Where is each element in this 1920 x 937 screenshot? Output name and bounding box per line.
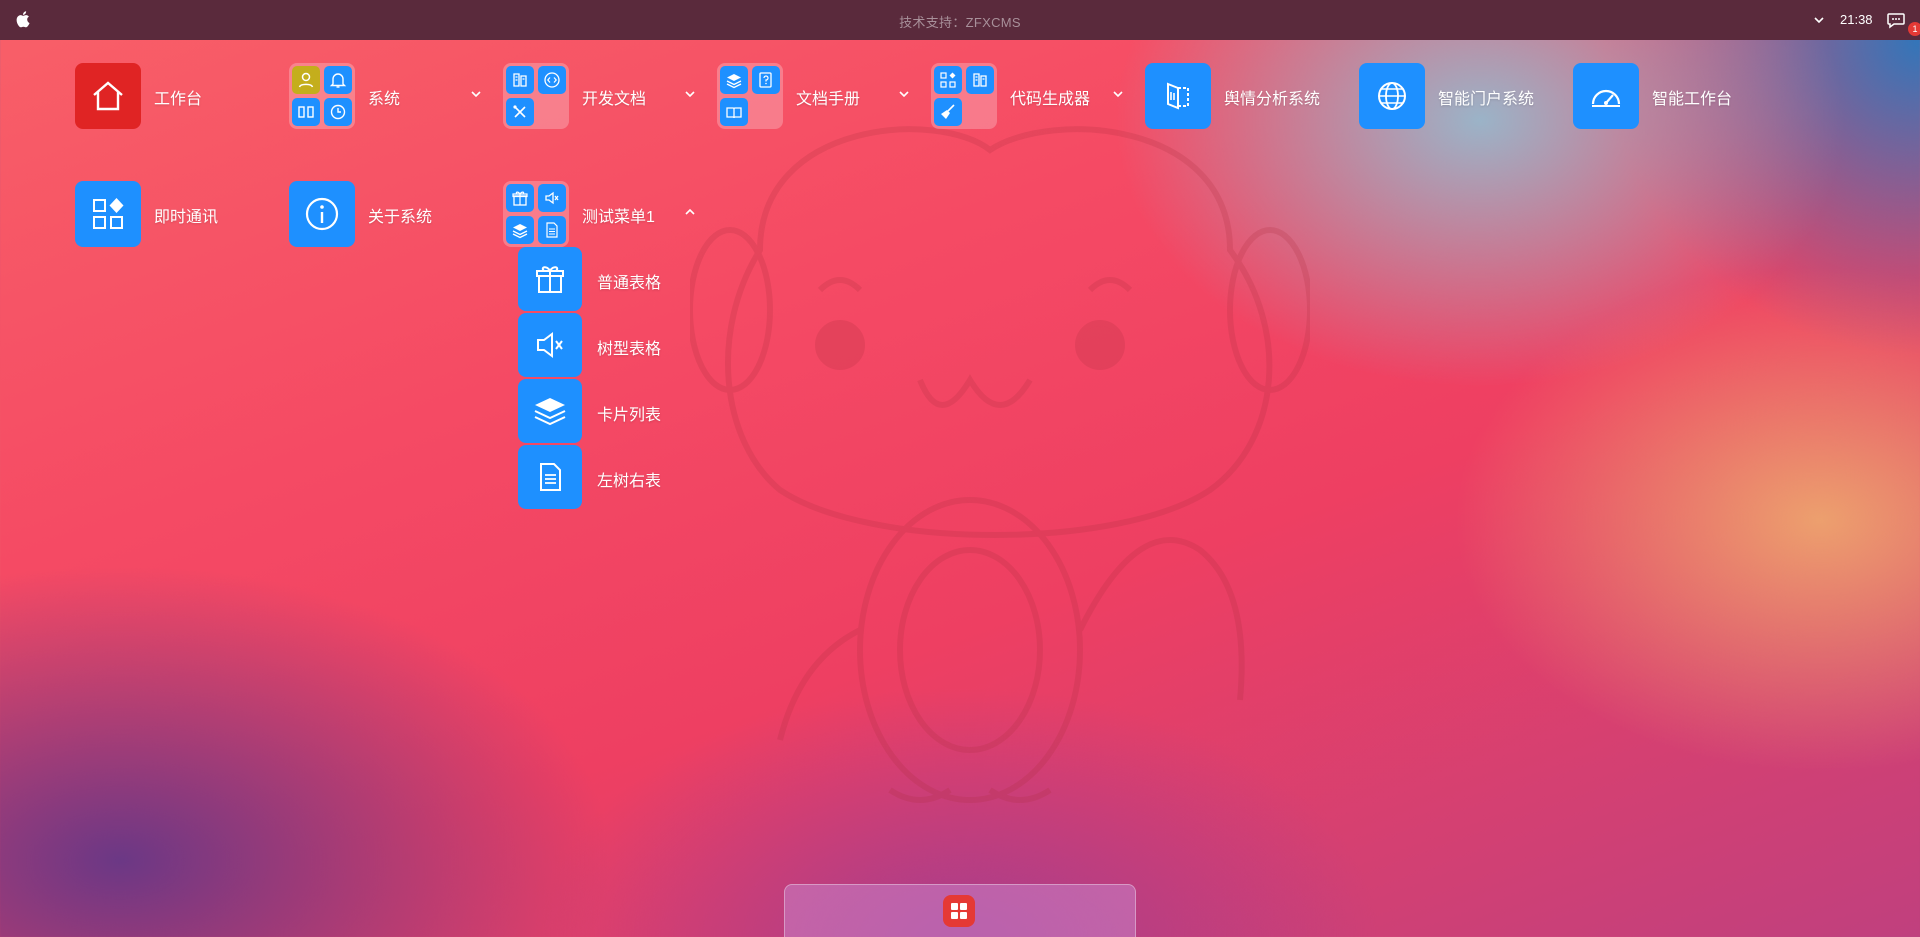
workbench-app-label[interactable]: 工作台 xyxy=(154,85,202,109)
broom-icon xyxy=(934,98,962,126)
code-generator-folder-label[interactable]: 代码生成器 xyxy=(1010,85,1090,109)
dev-docs-folder-icon[interactable] xyxy=(503,63,569,129)
panel-icon xyxy=(1167,82,1189,110)
bell-icon xyxy=(324,66,352,94)
tree-table-app-icon[interactable] xyxy=(518,313,582,377)
info-icon xyxy=(305,197,339,231)
code-icon xyxy=(538,66,566,94)
tree-table-app-label[interactable]: 树型表格 xyxy=(597,335,661,359)
chevron-down-icon[interactable] xyxy=(1111,87,1125,101)
dock xyxy=(784,884,1136,937)
home-icon xyxy=(93,81,123,111)
start-menu-button[interactable] xyxy=(943,895,975,927)
dev-docs-folder-label[interactable]: 开发文档 xyxy=(582,85,646,109)
clock-time: 21:38 xyxy=(1840,12,1873,27)
support-text: 技术支持：ZFXCMS xyxy=(899,15,1021,30)
columns-icon xyxy=(292,98,320,126)
workbench-app-icon[interactable] xyxy=(75,63,141,129)
mute-icon xyxy=(538,184,566,212)
system-folder-label[interactable]: 系统 xyxy=(368,85,400,109)
tools-icon xyxy=(506,98,534,126)
smart-workbench-app-icon[interactable] xyxy=(1573,63,1639,129)
manual-folder-icon[interactable] xyxy=(717,63,783,129)
chevron-up-icon[interactable] xyxy=(683,205,697,219)
chevron-down-icon[interactable] xyxy=(683,87,697,101)
sentiment-analysis-app-label[interactable]: 舆情分析系统 xyxy=(1224,85,1320,109)
panel-icon xyxy=(966,66,994,94)
help-doc-icon xyxy=(752,66,780,94)
grid-icon xyxy=(951,903,967,919)
test-menu-folder-icon[interactable] xyxy=(503,181,569,247)
monkey-watermark xyxy=(690,126,1310,803)
document-icon xyxy=(538,216,566,244)
test-menu-folder-label[interactable]: 测试菜单1 xyxy=(582,203,655,227)
mute-icon xyxy=(537,332,563,358)
code-generator-folder-icon[interactable] xyxy=(931,63,997,129)
about-system-app-label[interactable]: 关于系统 xyxy=(368,203,432,227)
gauge-icon xyxy=(1591,89,1621,107)
portal-app-label[interactable]: 智能门户系统 xyxy=(1438,85,1534,109)
layers-icon xyxy=(506,216,534,244)
apps-icon xyxy=(93,198,124,229)
normal-table-app-label[interactable]: 普通表格 xyxy=(597,269,661,293)
chat-icon[interactable] xyxy=(1886,10,1906,30)
instant-messaging-app-label[interactable]: 即时通讯 xyxy=(154,203,218,227)
gift-icon xyxy=(536,266,564,293)
apps-icon xyxy=(934,66,962,94)
layers-icon xyxy=(534,398,566,426)
gift-icon xyxy=(506,184,534,212)
top-bar: 技术支持：ZFXCMS 21:38 1 xyxy=(0,0,1920,40)
sentiment-analysis-app-icon[interactable] xyxy=(1145,63,1211,129)
card-list-app-label[interactable]: 卡片列表 xyxy=(597,401,661,425)
left-tree-right-table-app-icon[interactable] xyxy=(518,445,582,509)
portal-app-icon[interactable] xyxy=(1359,63,1425,129)
instant-messaging-app-icon[interactable] xyxy=(75,181,141,247)
manual-folder-label[interactable]: 文档手册 xyxy=(796,85,860,109)
panel-icon xyxy=(506,66,534,94)
chevron-down-icon[interactable] xyxy=(469,87,483,101)
left-tree-right-table-app-label[interactable]: 左树右表 xyxy=(597,467,661,491)
normal-table-app-icon[interactable] xyxy=(518,247,582,311)
chevron-down-icon[interactable] xyxy=(1812,13,1826,27)
about-system-app-icon[interactable] xyxy=(289,181,355,247)
layers-icon xyxy=(720,66,748,94)
notification-badge: 1 xyxy=(1908,22,1920,36)
system-folder-icon[interactable] xyxy=(289,63,355,129)
clock-icon xyxy=(324,98,352,126)
user-icon xyxy=(292,66,320,94)
book-icon xyxy=(720,98,748,126)
globe-icon xyxy=(1378,82,1406,110)
chevron-down-icon[interactable] xyxy=(897,87,911,101)
smart-workbench-app-label[interactable]: 智能工作台 xyxy=(1652,85,1732,109)
card-list-app-icon[interactable] xyxy=(518,379,582,443)
document-icon xyxy=(540,463,561,491)
